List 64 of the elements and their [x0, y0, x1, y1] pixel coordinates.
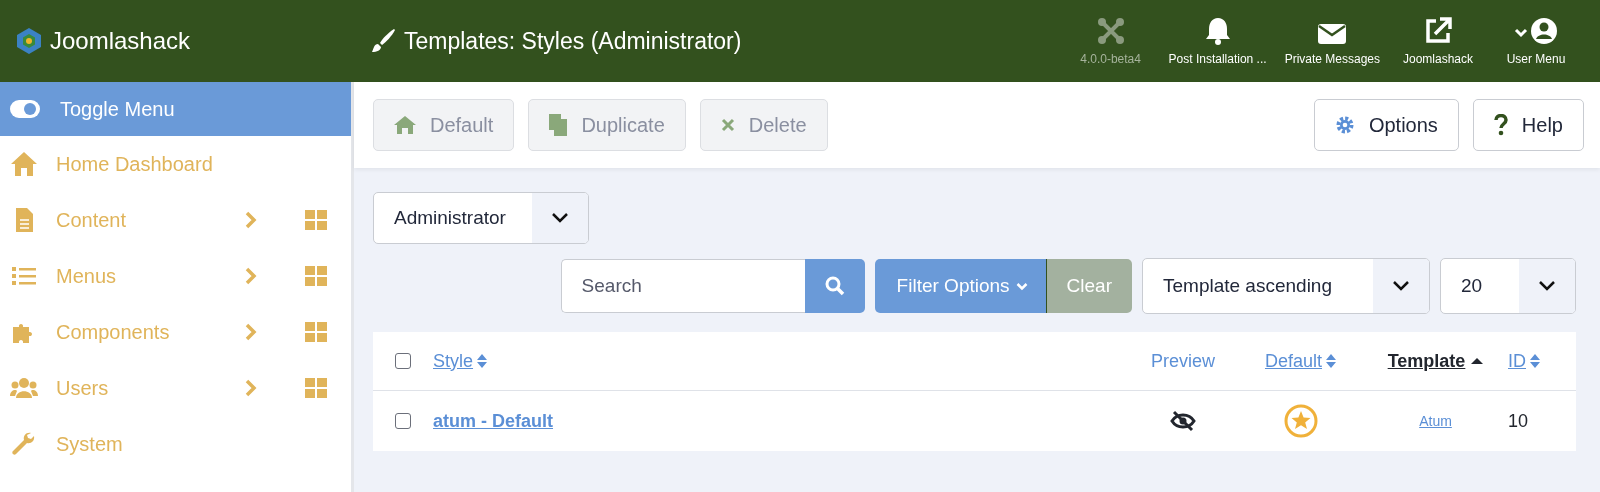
help-button[interactable]: Help: [1472, 99, 1584, 151]
star-circle-icon[interactable]: [1283, 404, 1318, 438]
header-item-label[interactable]: Private Messages: [1284, 52, 1380, 66]
chevron-right-icon[interactable]: [245, 379, 257, 397]
style-link[interactable]: atum - Default: [433, 410, 553, 432]
toggle-menu-item[interactable]: Toggle Menu: [0, 82, 351, 136]
header-item-label[interactable]: 4.0.0-beta4: [1080, 52, 1141, 66]
id-cell: 10: [1508, 410, 1529, 432]
menu-item[interactable]: Components: [56, 320, 227, 344]
menu-item[interactable]: System: [56, 432, 351, 456]
column-header[interactable]: Style: [433, 350, 474, 372]
header-item-label[interactable]: User Menu: [1506, 52, 1566, 66]
clear-button[interactable]: Clear: [1046, 259, 1132, 313]
external-link-icon[interactable]: [1423, 16, 1453, 46]
chevron-down-icon: [551, 212, 569, 224]
dashboard-grid-icon[interactable]: [305, 322, 327, 342]
column-header: Preview: [1151, 350, 1215, 372]
chevron-down-icon: [1538, 280, 1556, 292]
ordering-select[interactable]: Template ascending: [1142, 258, 1430, 314]
home-icon: [10, 151, 38, 177]
chevron-down-icon: [1015, 281, 1028, 291]
copy-icon: [549, 114, 568, 136]
chevron-down-icon: [1392, 280, 1410, 292]
dashboard-grid-icon[interactable]: [305, 210, 327, 230]
limit-select[interactable]: 20: [1440, 258, 1576, 314]
column-header[interactable]: Default: [1264, 350, 1322, 372]
dashboard-grid-icon[interactable]: [305, 266, 327, 286]
header-item-label[interactable]: Joomlashack: [1403, 52, 1473, 66]
paintbrush-icon: [370, 28, 396, 54]
eye-slash-icon[interactable]: [1170, 410, 1196, 432]
close-icon: [720, 118, 735, 132]
logo-icon: [16, 27, 42, 55]
template-link[interactable]: Atum: [1419, 413, 1452, 429]
user-icon[interactable]: [1514, 16, 1558, 46]
settings-icon: [1334, 115, 1355, 135]
dashboard-grid-icon[interactable]: [305, 378, 327, 398]
chevron-right-icon[interactable]: [245, 323, 257, 341]
chevron-right-icon[interactable]: [245, 211, 257, 229]
header-item-label[interactable]: Post Installation ...: [1168, 52, 1267, 66]
column-header[interactable]: Template: [1387, 350, 1466, 372]
search-icon: [824, 276, 845, 296]
home-icon: [394, 116, 416, 134]
chevron-right-icon[interactable]: [245, 267, 257, 285]
search-button[interactable]: [804, 259, 865, 313]
filter-options-button[interactable]: Filter Options: [874, 259, 1047, 313]
select-all-checkbox[interactable]: [395, 353, 411, 369]
users-icon: [10, 375, 38, 401]
search-field[interactable]: Search: [560, 259, 805, 313]
mail-icon[interactable]: [1317, 22, 1348, 46]
row-checkbox[interactable]: [395, 413, 411, 429]
client-select[interactable]: Administrator: [373, 192, 589, 244]
joomla-icon[interactable]: [1095, 16, 1126, 46]
question-mark-icon: [1493, 114, 1508, 136]
bell-icon[interactable]: [1203, 16, 1232, 46]
brand-name[interactable]: Joomlashack: [50, 27, 191, 55]
menu-item[interactable]: Menus: [56, 264, 227, 288]
page-title: Templates: Styles (Administrator): [404, 27, 742, 55]
toggle-icon: [10, 100, 40, 118]
menu-item[interactable]: Home Dashboard: [56, 152, 351, 176]
menu-item[interactable]: Content: [56, 208, 227, 232]
toggle-menu-label[interactable]: Toggle Menu: [60, 97, 175, 121]
menu-item[interactable]: Users: [56, 376, 227, 400]
options-button[interactable]: Options: [1313, 99, 1459, 151]
column-header[interactable]: ID: [1508, 350, 1526, 372]
